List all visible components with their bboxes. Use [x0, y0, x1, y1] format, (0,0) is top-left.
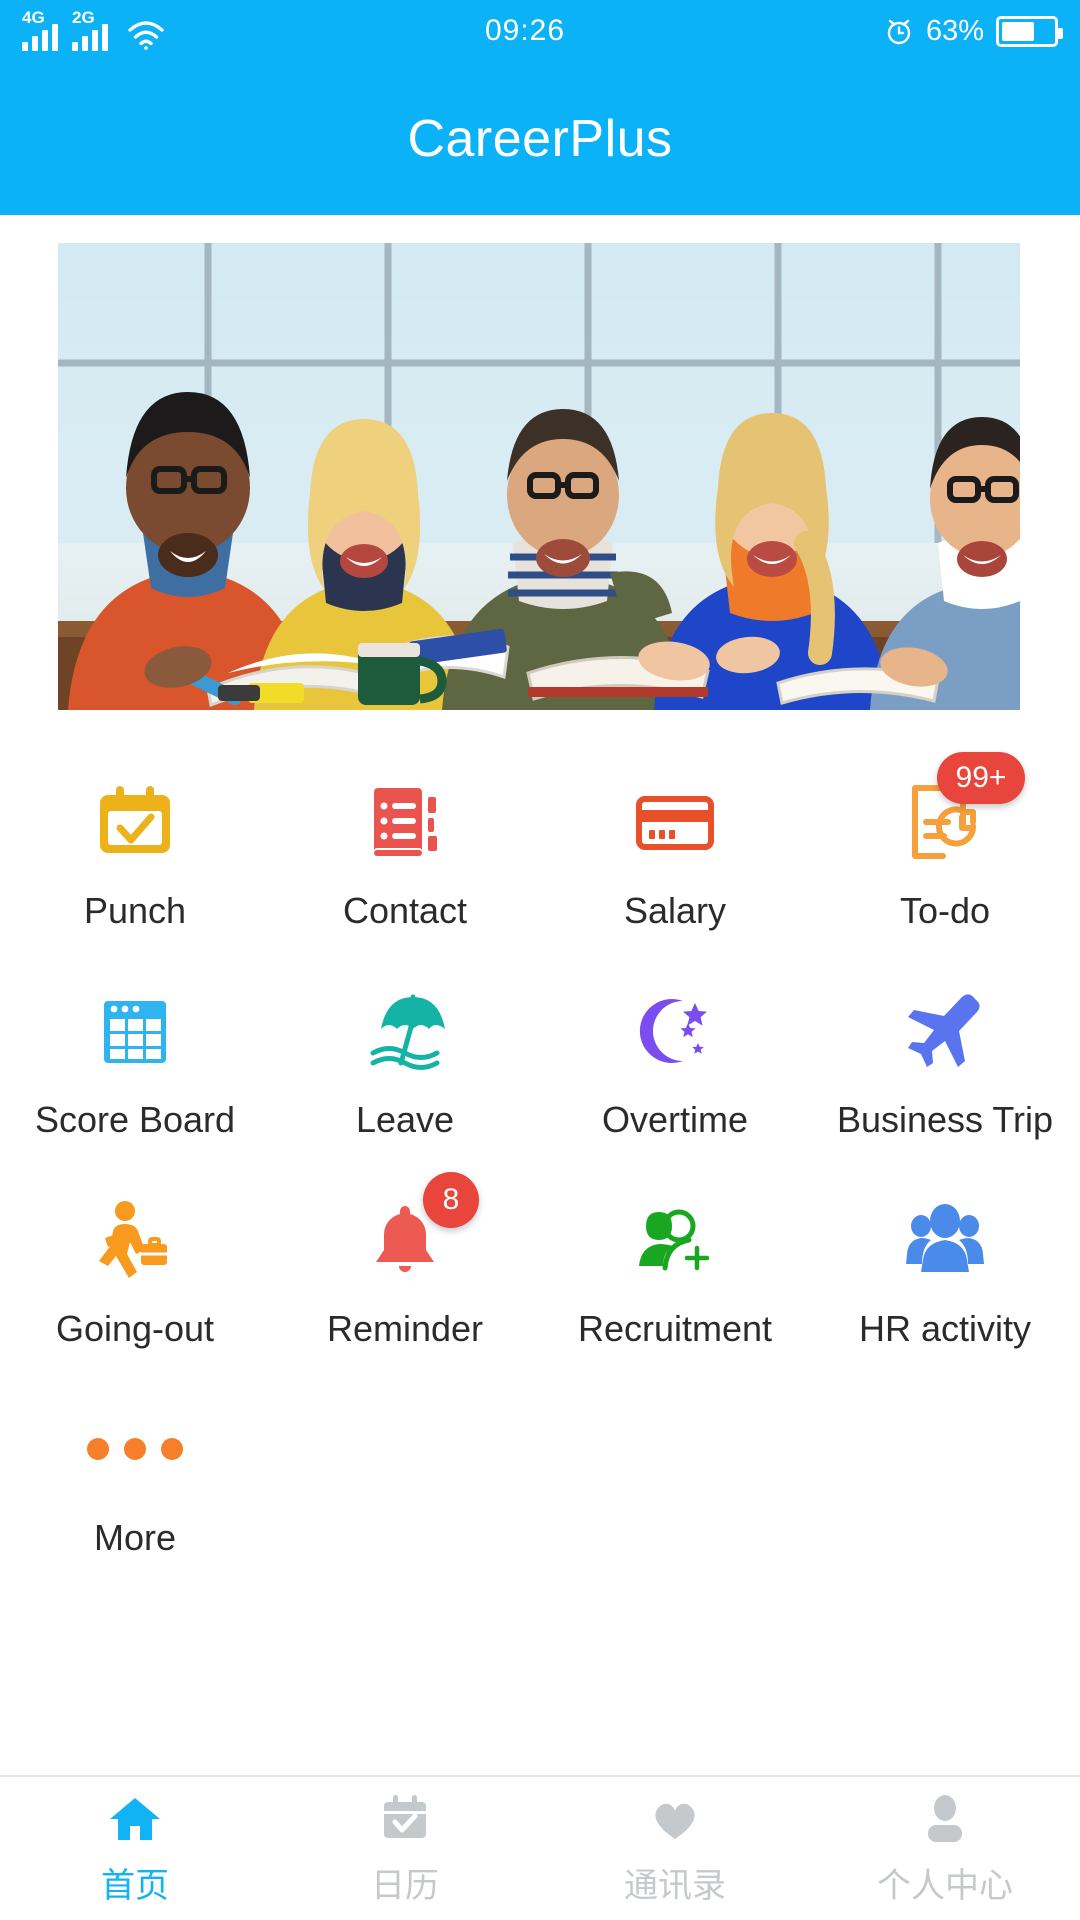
grid-item-salary[interactable]: Salary: [540, 760, 810, 969]
grid-item-reminder[interactable]: 8 Reminder: [270, 1172, 540, 1387]
status-bar-clock: 09:26: [484, 14, 566, 47]
battery-icon: [996, 15, 1063, 47]
app-header: CareerPlus: [0, 62, 1080, 215]
status-bar-right: 63%: [884, 14, 1063, 48]
beach-umbrella-icon: [357, 983, 453, 1079]
bell-icon: 8: [357, 1172, 479, 1288]
grid-item-leave[interactable]: Leave: [270, 969, 540, 1178]
grid-item-label: Overtime: [601, 1099, 749, 1140]
tab-calendar[interactable]: 日历: [270, 1777, 540, 1920]
grid-item-label: Leave: [355, 1099, 455, 1140]
alarm-clock-icon: [884, 16, 914, 46]
grid-item-label: Recruitment: [577, 1308, 773, 1349]
grid-item-overtime[interactable]: Overtime: [540, 969, 810, 1178]
feature-grid: Punch Contact Salary 99+ To-do Score Boa…: [0, 752, 1080, 1596]
status-badge: 99+: [937, 752, 1025, 804]
tab-label: 首页: [101, 1867, 169, 1905]
tab-label: 个人中心: [877, 1867, 1013, 1905]
tab-label: 通讯录: [624, 1867, 726, 1905]
status-bar-left: 4G 2G: [22, 8, 166, 51]
status-badge: 8: [423, 1172, 479, 1228]
grid-item-punch[interactable]: Punch: [0, 760, 270, 969]
grid-item-recruitment[interactable]: Recruitment: [540, 1178, 810, 1387]
credit-card-icon: [627, 774, 723, 870]
grid-item-label: Contact: [342, 890, 468, 931]
grid-item-business-trip[interactable]: Business Trip: [810, 969, 1080, 1178]
tab-home[interactable]: 首页: [0, 1777, 270, 1920]
grid-item-label: Salary: [623, 890, 727, 931]
hero-banner-image[interactable]: [58, 243, 1020, 710]
calendar-check-icon: [376, 1790, 434, 1848]
heart-icon: [646, 1790, 704, 1848]
grid-item-label: Business Trip: [836, 1099, 1054, 1140]
signal-bars-primary: [22, 24, 58, 51]
document-clock-icon: 99+: [897, 752, 1025, 870]
page-title: CareerPlus: [407, 109, 673, 168]
grid-item-label: HR activity: [858, 1308, 1032, 1349]
tab-contacts[interactable]: 通讯录: [540, 1777, 810, 1920]
bottom-navigation-bar: 首页 日历 通讯录 个人中心: [0, 1775, 1080, 1920]
grid-item-label: Score Board: [34, 1099, 236, 1140]
grid-item-label: Reminder: [326, 1308, 484, 1349]
tab-label: 日历: [371, 1867, 439, 1905]
table-grid-icon: [87, 983, 183, 1079]
person-add-icon: [627, 1192, 723, 1288]
moon-stars-icon: [627, 983, 723, 1079]
network-type-primary: 4G: [22, 8, 45, 27]
grid-item-contact[interactable]: Contact: [270, 760, 540, 969]
signal-icon-primary: 4G: [22, 8, 58, 51]
network-type-secondary: 2G: [72, 8, 95, 27]
wifi-icon: [126, 17, 166, 51]
status-bar: 4G 2G 09:26 63%: [0, 0, 1080, 62]
person-icon: [916, 1790, 974, 1848]
grid-item-label: Punch: [83, 890, 187, 931]
walking-briefcase-icon: [87, 1192, 183, 1288]
tab-profile[interactable]: 个人中心: [810, 1777, 1080, 1920]
grid-item-hr-activity[interactable]: HR activity: [810, 1178, 1080, 1387]
calendar-check-icon: [87, 774, 183, 870]
signal-bars-secondary: [72, 24, 108, 51]
people-group-icon: [897, 1192, 993, 1288]
grid-item-label: To-do: [899, 890, 991, 931]
airplane-icon: [897, 983, 993, 1079]
address-book-icon: [357, 774, 453, 870]
battery-percentage: 63%: [925, 14, 984, 47]
grid-item-more[interactable]: More: [0, 1387, 270, 1596]
grid-item-going-out[interactable]: Going-out: [0, 1178, 270, 1387]
grid-item-label: Going-out: [55, 1308, 215, 1349]
ellipsis-icon: [87, 1401, 183, 1497]
grid-item-score-board[interactable]: Score Board: [0, 969, 270, 1178]
signal-icon-secondary: 2G: [72, 8, 108, 51]
grid-item-todo[interactable]: 99+ To-do: [810, 752, 1080, 969]
home-icon: [106, 1790, 164, 1848]
grid-item-label: More: [93, 1517, 177, 1558]
